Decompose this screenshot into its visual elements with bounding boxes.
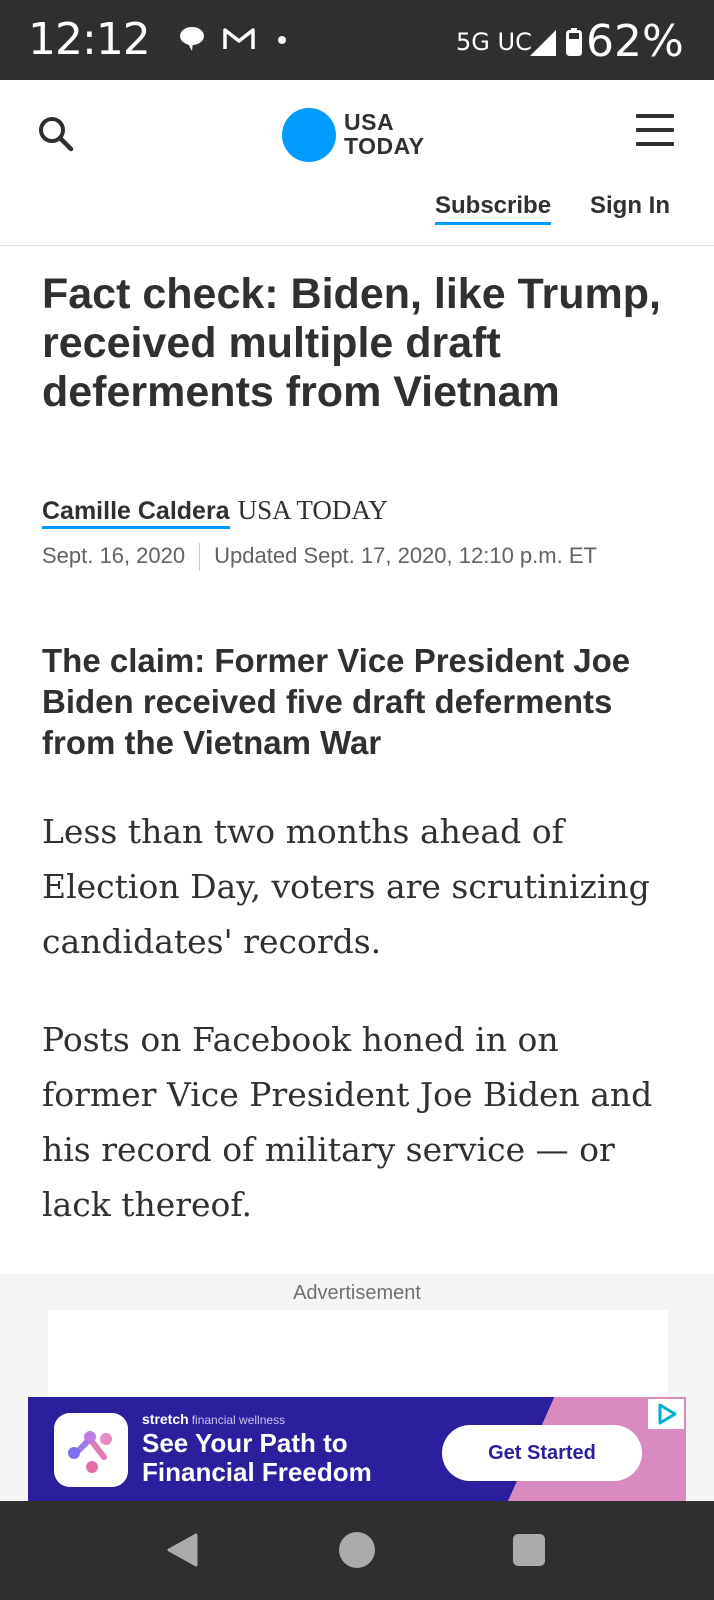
search-icon[interactable] [36, 114, 76, 154]
gmail-icon [223, 28, 255, 49]
chat-icon [180, 27, 204, 51]
battery-icon [566, 28, 582, 56]
published-date: Sept. 16, 2020 [42, 543, 186, 568]
status-bar: 12:12 5G UC 62% [0, 0, 714, 80]
claim-heading: The claim: Former Vice President Joe Bid… [42, 642, 631, 761]
recent-apps-icon[interactable] [513, 1534, 545, 1566]
battery-percent: 62% [586, 16, 684, 67]
sign-in-link[interactable]: Sign In [590, 192, 670, 220]
get-started-button[interactable]: Get Started [442, 1425, 642, 1481]
home-icon[interactable] [339, 1532, 375, 1568]
article-dates: Sept. 16, 2020 Updated Sept. 17, 2020, 12… [42, 542, 682, 572]
status-time: 12:12 [28, 14, 151, 65]
system-nav-bar [0, 1501, 714, 1600]
article-paragraph-1: Less than two months ahead of Election D… [42, 812, 650, 961]
network-type: 5G UC [456, 28, 532, 56]
dot-icon [278, 36, 286, 44]
banner-brand: stretch financial wellness [142, 1411, 286, 1427]
banner-headline: See Your Path to Financial Freedom [142, 1428, 372, 1487]
author-link[interactable]: Camille Caldera [42, 497, 230, 529]
site-header: USA TODAY Subscribe Sign In [0, 80, 714, 246]
publisher-name: USA TODAY [237, 495, 388, 525]
usa-today-logo[interactable]: USA TODAY [282, 108, 442, 164]
article-paragraph-2: Posts on Facebook honed in on former Vic… [42, 1020, 653, 1224]
logo-circle-icon [282, 108, 336, 162]
advertisement-label: Advertisement [293, 1282, 421, 1304]
back-icon[interactable] [166, 1533, 198, 1567]
date-divider [199, 543, 201, 572]
menu-icon[interactable] [636, 114, 676, 148]
logo-text: USA TODAY [344, 109, 425, 159]
byline: Camille Caldera USA TODAY [42, 495, 682, 529]
subscribe-link[interactable]: Subscribe [435, 192, 552, 225]
article-headline: Fact check: Biden, like Trump, received … [42, 270, 661, 416]
adchoices-icon[interactable] [648, 1399, 684, 1429]
updated-date: Updated Sept. 17, 2020, 12:10 p.m. ET [214, 543, 597, 568]
signal-icon [530, 30, 556, 56]
ad-banner[interactable]: stretch financial wellness See Your Path … [28, 1397, 686, 1501]
stretch-app-icon [54, 1413, 128, 1487]
